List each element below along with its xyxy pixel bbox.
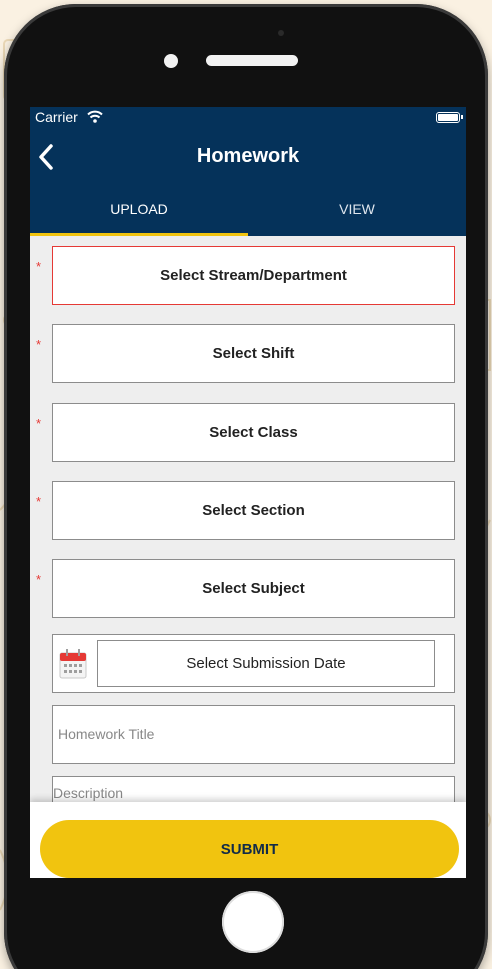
submission-date-button[interactable]: Select Submission Date	[97, 640, 435, 687]
proximity-sensor	[164, 54, 178, 68]
wifi-icon	[87, 110, 103, 123]
carrier-label: Carrier	[35, 109, 78, 125]
tab-view-label: VIEW	[339, 201, 375, 217]
front-camera	[278, 30, 284, 36]
homework-form: * Select Stream/Department * Select Shif…	[30, 236, 466, 816]
bottom-action-area: SUBMIT	[30, 802, 466, 878]
required-marker: *	[36, 572, 42, 587]
required-marker: *	[36, 337, 42, 352]
subject-select[interactable]: Select Subject	[52, 559, 455, 618]
tab-upload-label: UPLOAD	[110, 201, 168, 217]
navigation-bar: Homework	[30, 129, 466, 187]
shift-select[interactable]: Select Shift	[52, 324, 455, 383]
class-select[interactable]: Select Class	[52, 403, 455, 462]
submission-date-row: Select Submission Date	[52, 634, 455, 693]
calendar-icon[interactable]	[59, 649, 87, 679]
tab-view[interactable]: VIEW	[248, 187, 466, 236]
page-title: Homework	[196, 145, 300, 167]
required-marker: *	[36, 416, 42, 431]
required-marker: *	[36, 494, 42, 509]
submit-button[interactable]: SUBMIT	[40, 820, 459, 878]
homework-title-field[interactable]: Homework Title	[52, 705, 455, 764]
battery-icon	[436, 112, 463, 123]
required-marker: *	[36, 259, 42, 274]
earpiece-speaker	[206, 55, 298, 66]
tab-bar: UPLOAD VIEW	[30, 187, 466, 236]
stream-department-select[interactable]: Select Stream/Department	[52, 246, 455, 305]
home-button[interactable]	[222, 891, 284, 953]
tab-upload[interactable]: UPLOAD	[30, 187, 248, 236]
section-select[interactable]: Select Section	[52, 481, 455, 540]
app-screen: Carrier Homework UPLOAD VIEW * Select St…	[30, 107, 466, 878]
status-bar: Carrier	[30, 107, 466, 129]
